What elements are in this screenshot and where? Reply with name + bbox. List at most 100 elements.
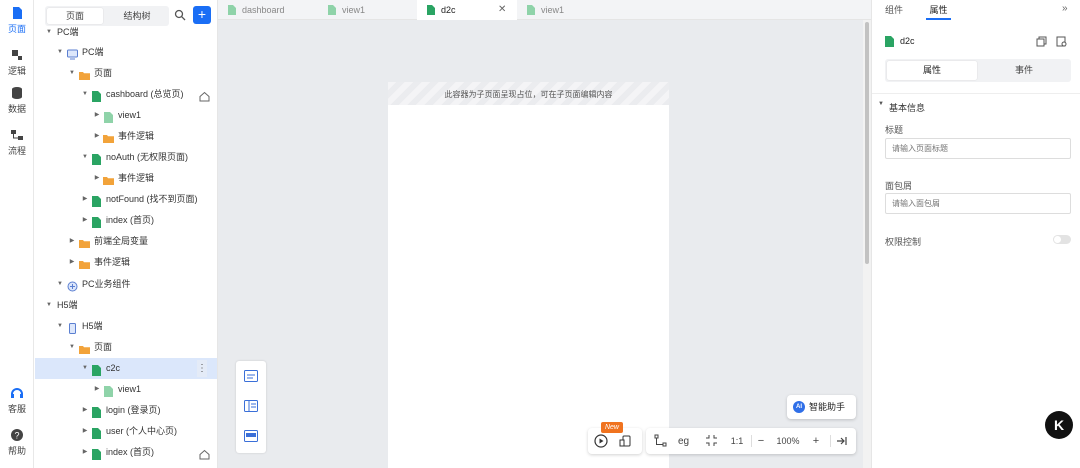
collapse-arrow-icon[interactable]: ▶ (93, 168, 101, 189)
play-icon[interactable] (594, 434, 608, 448)
page-frame[interactable]: 此容器为子页面呈现占位，可在子页面编辑内容 (388, 82, 669, 468)
canvas-scrollbar[interactable] (863, 20, 871, 468)
collapse-arrow-icon[interactable]: ▶ (81, 442, 89, 463)
collapse-right-icon[interactable] (836, 435, 848, 447)
tree-node[interactable]: ▶ view1 (35, 105, 217, 126)
connect-nodes-icon[interactable] (654, 434, 667, 447)
collapse-arrow-icon[interactable]: ▶ (68, 231, 76, 252)
collapse-arrow-icon[interactable]: ▶ (68, 252, 76, 273)
expand-arrow-icon[interactable]: ▼ (45, 295, 53, 316)
rail-data[interactable]: 数据 (0, 86, 34, 115)
fit-screen-icon[interactable] (705, 434, 718, 447)
doc-tab[interactable]: view1 (517, 0, 617, 20)
page-icon (13, 7, 22, 19)
collapse-panel-button[interactable]: » (1062, 3, 1068, 14)
grid-snap-icon[interactable]: eg (678, 434, 694, 447)
doc-tab[interactable]: d2c ✕ (417, 0, 517, 20)
tree-node-label: view1 (118, 384, 142, 394)
more-options-icon[interactable]: ⋮ (197, 360, 207, 377)
collapse-arrow-icon[interactable]: ▶ (81, 210, 89, 231)
tree-node[interactable]: ▼ PC业务组件 (35, 274, 217, 295)
zoom-in-button[interactable]: + (809, 428, 823, 454)
tab-attributes[interactable]: 属性 (887, 61, 977, 80)
tree-node-label: index (首页) (106, 215, 155, 225)
permission-toggle[interactable] (1053, 235, 1071, 244)
tab-components[interactable]: 组件 (885, 0, 903, 20)
expand-arrow-icon[interactable]: ▼ (56, 316, 64, 337)
tree-node[interactable]: ▼ H5端 (35, 316, 217, 337)
layout-footer-icon[interactable] (243, 428, 259, 444)
title-input[interactable] (885, 138, 1071, 159)
rail-service[interactable]: 客服 (0, 386, 34, 415)
tree-node[interactable]: ▼ PC端 (35, 42, 217, 63)
rail-help[interactable]: ? 帮助 (0, 428, 34, 457)
scrollbar-thumb[interactable] (865, 22, 869, 264)
tree-node[interactable]: ▶ 前端全局变量 (35, 231, 217, 252)
doc-tab[interactable]: view1 (318, 0, 417, 20)
breadcrumb-input[interactable] (885, 193, 1071, 214)
collapse-arrow-icon[interactable]: ▶ (81, 400, 89, 421)
expand-arrow-icon[interactable]: ▼ (68, 63, 76, 84)
page-tree-panel: 页面 结构树 + ▼ PC端 ▼ PC端 ▼ 页面 ▼ cashboard (总览页) ▶ vie… (35, 0, 218, 468)
tree-node-label: 页面 (94, 68, 113, 78)
search-icon[interactable] (174, 9, 186, 21)
page-file-icon (228, 5, 236, 15)
layout-header-icon[interactable] (243, 368, 259, 384)
tree-node[interactable]: ▶ 事件逻辑 (35, 126, 217, 147)
zoom-out-button[interactable]: − (754, 428, 768, 454)
tree-node[interactable]: ▶ view1 (35, 379, 217, 400)
page-file-icon (527, 5, 535, 15)
home-icon (199, 89, 210, 102)
device-preview-icon[interactable] (618, 434, 632, 448)
tree-node[interactable]: ▶ index (首页) (35, 210, 217, 231)
collapse-arrow-icon[interactable]: ▶ (93, 105, 101, 126)
collapse-arrow-icon[interactable]: ▶ (93, 379, 101, 400)
zoom-value: 100% (776, 436, 800, 446)
section-basic-info: 基本信息 (889, 103, 926, 113)
tree-node[interactable]: ▼ noAuth (无权限页面) (35, 147, 217, 168)
tab-events[interactable]: 事件 (979, 61, 1069, 80)
collapse-arrow-icon[interactable]: ▶ (93, 126, 101, 147)
actual-size-button[interactable]: 1:1 (726, 428, 748, 454)
tree-node[interactable]: ▼ 页面 (35, 63, 217, 84)
component-name: d2c (900, 36, 915, 46)
rail-label: 客服 (7, 404, 26, 414)
doc-tab-label: view1 (541, 5, 565, 15)
expand-arrow-icon[interactable]: ▼ (45, 22, 53, 43)
left-rail: 页面 逻辑 数据 流程 客服 ? 帮助 (0, 0, 34, 468)
tree-node[interactable]: ▶ user (个人中心页) (35, 421, 217, 442)
rail-logic[interactable]: 逻辑 (0, 48, 34, 77)
tree-node[interactable]: ▶ 事件逻辑 (35, 168, 217, 189)
expand-arrow-icon[interactable]: ▼ (81, 84, 89, 105)
collapse-arrow-icon[interactable]: ▶ (81, 189, 89, 210)
divider (830, 435, 831, 447)
tree-node[interactable]: ▶ 事件逻辑 (35, 252, 217, 273)
tree-node-label: index (首页) (106, 447, 155, 457)
folder-icon (79, 236, 90, 248)
rail-flow[interactable]: 流程 (0, 128, 34, 157)
tree-node[interactable]: ▶ index (首页) (35, 442, 217, 463)
expand-arrow-icon[interactable]: ▼ (68, 337, 76, 358)
expand-arrow-icon[interactable]: ▼ (56, 42, 64, 63)
doc-tab[interactable]: dashboard (218, 0, 318, 20)
close-tab-icon[interactable]: ✕ (498, 0, 506, 20)
copy-icon[interactable] (1036, 36, 1047, 47)
collapse-arrow-icon[interactable]: ▶ (81, 421, 89, 442)
settings-doc-icon[interactable] (1056, 36, 1067, 47)
property-event-switch: 属性 事件 (885, 59, 1071, 82)
tree-node[interactable]: ▼ PC端 (35, 22, 217, 43)
tree-node[interactable]: ▼ c2c ⋮ (35, 358, 217, 379)
expand-arrow-icon[interactable]: ▼ (56, 274, 64, 295)
layout-sidebar-icon[interactable] (243, 398, 259, 414)
expand-arrow-icon[interactable]: ▼ (81, 147, 89, 168)
tree-node[interactable]: ▼ cashboard (总览页) (35, 84, 217, 105)
ai-assistant-button[interactable]: AI 智能助手 (787, 395, 856, 419)
section-chevron-icon[interactable]: ▼ (878, 101, 884, 107)
tree-node[interactable]: ▼ H5端 (35, 295, 217, 316)
tree-node[interactable]: ▼ 页面 (35, 337, 217, 358)
tree-node[interactable]: ▶ login (登录页) (35, 400, 217, 421)
rail-page[interactable]: 页面 (0, 6, 34, 35)
tab-properties[interactable]: 属性 (926, 0, 951, 20)
tree-node[interactable]: ▶ notFound (找不到页面) (35, 189, 217, 210)
expand-arrow-icon[interactable]: ▼ (81, 358, 89, 379)
